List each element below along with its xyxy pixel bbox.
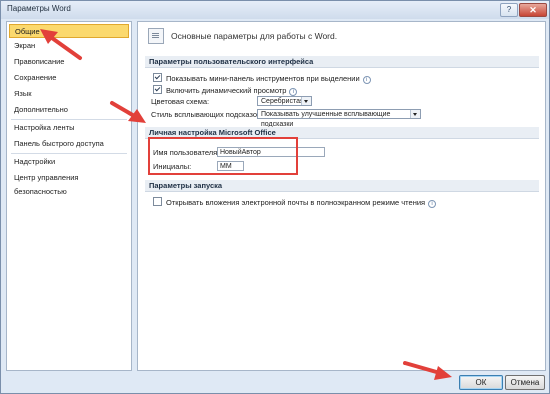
arrow-to-ok-icon	[403, 361, 442, 375]
arrow-to-personal-icon	[110, 101, 138, 119]
arrowhead-ok-icon	[434, 366, 452, 380]
annotation-arrows	[40, 29, 452, 380]
arrow-to-general-icon	[50, 36, 82, 60]
